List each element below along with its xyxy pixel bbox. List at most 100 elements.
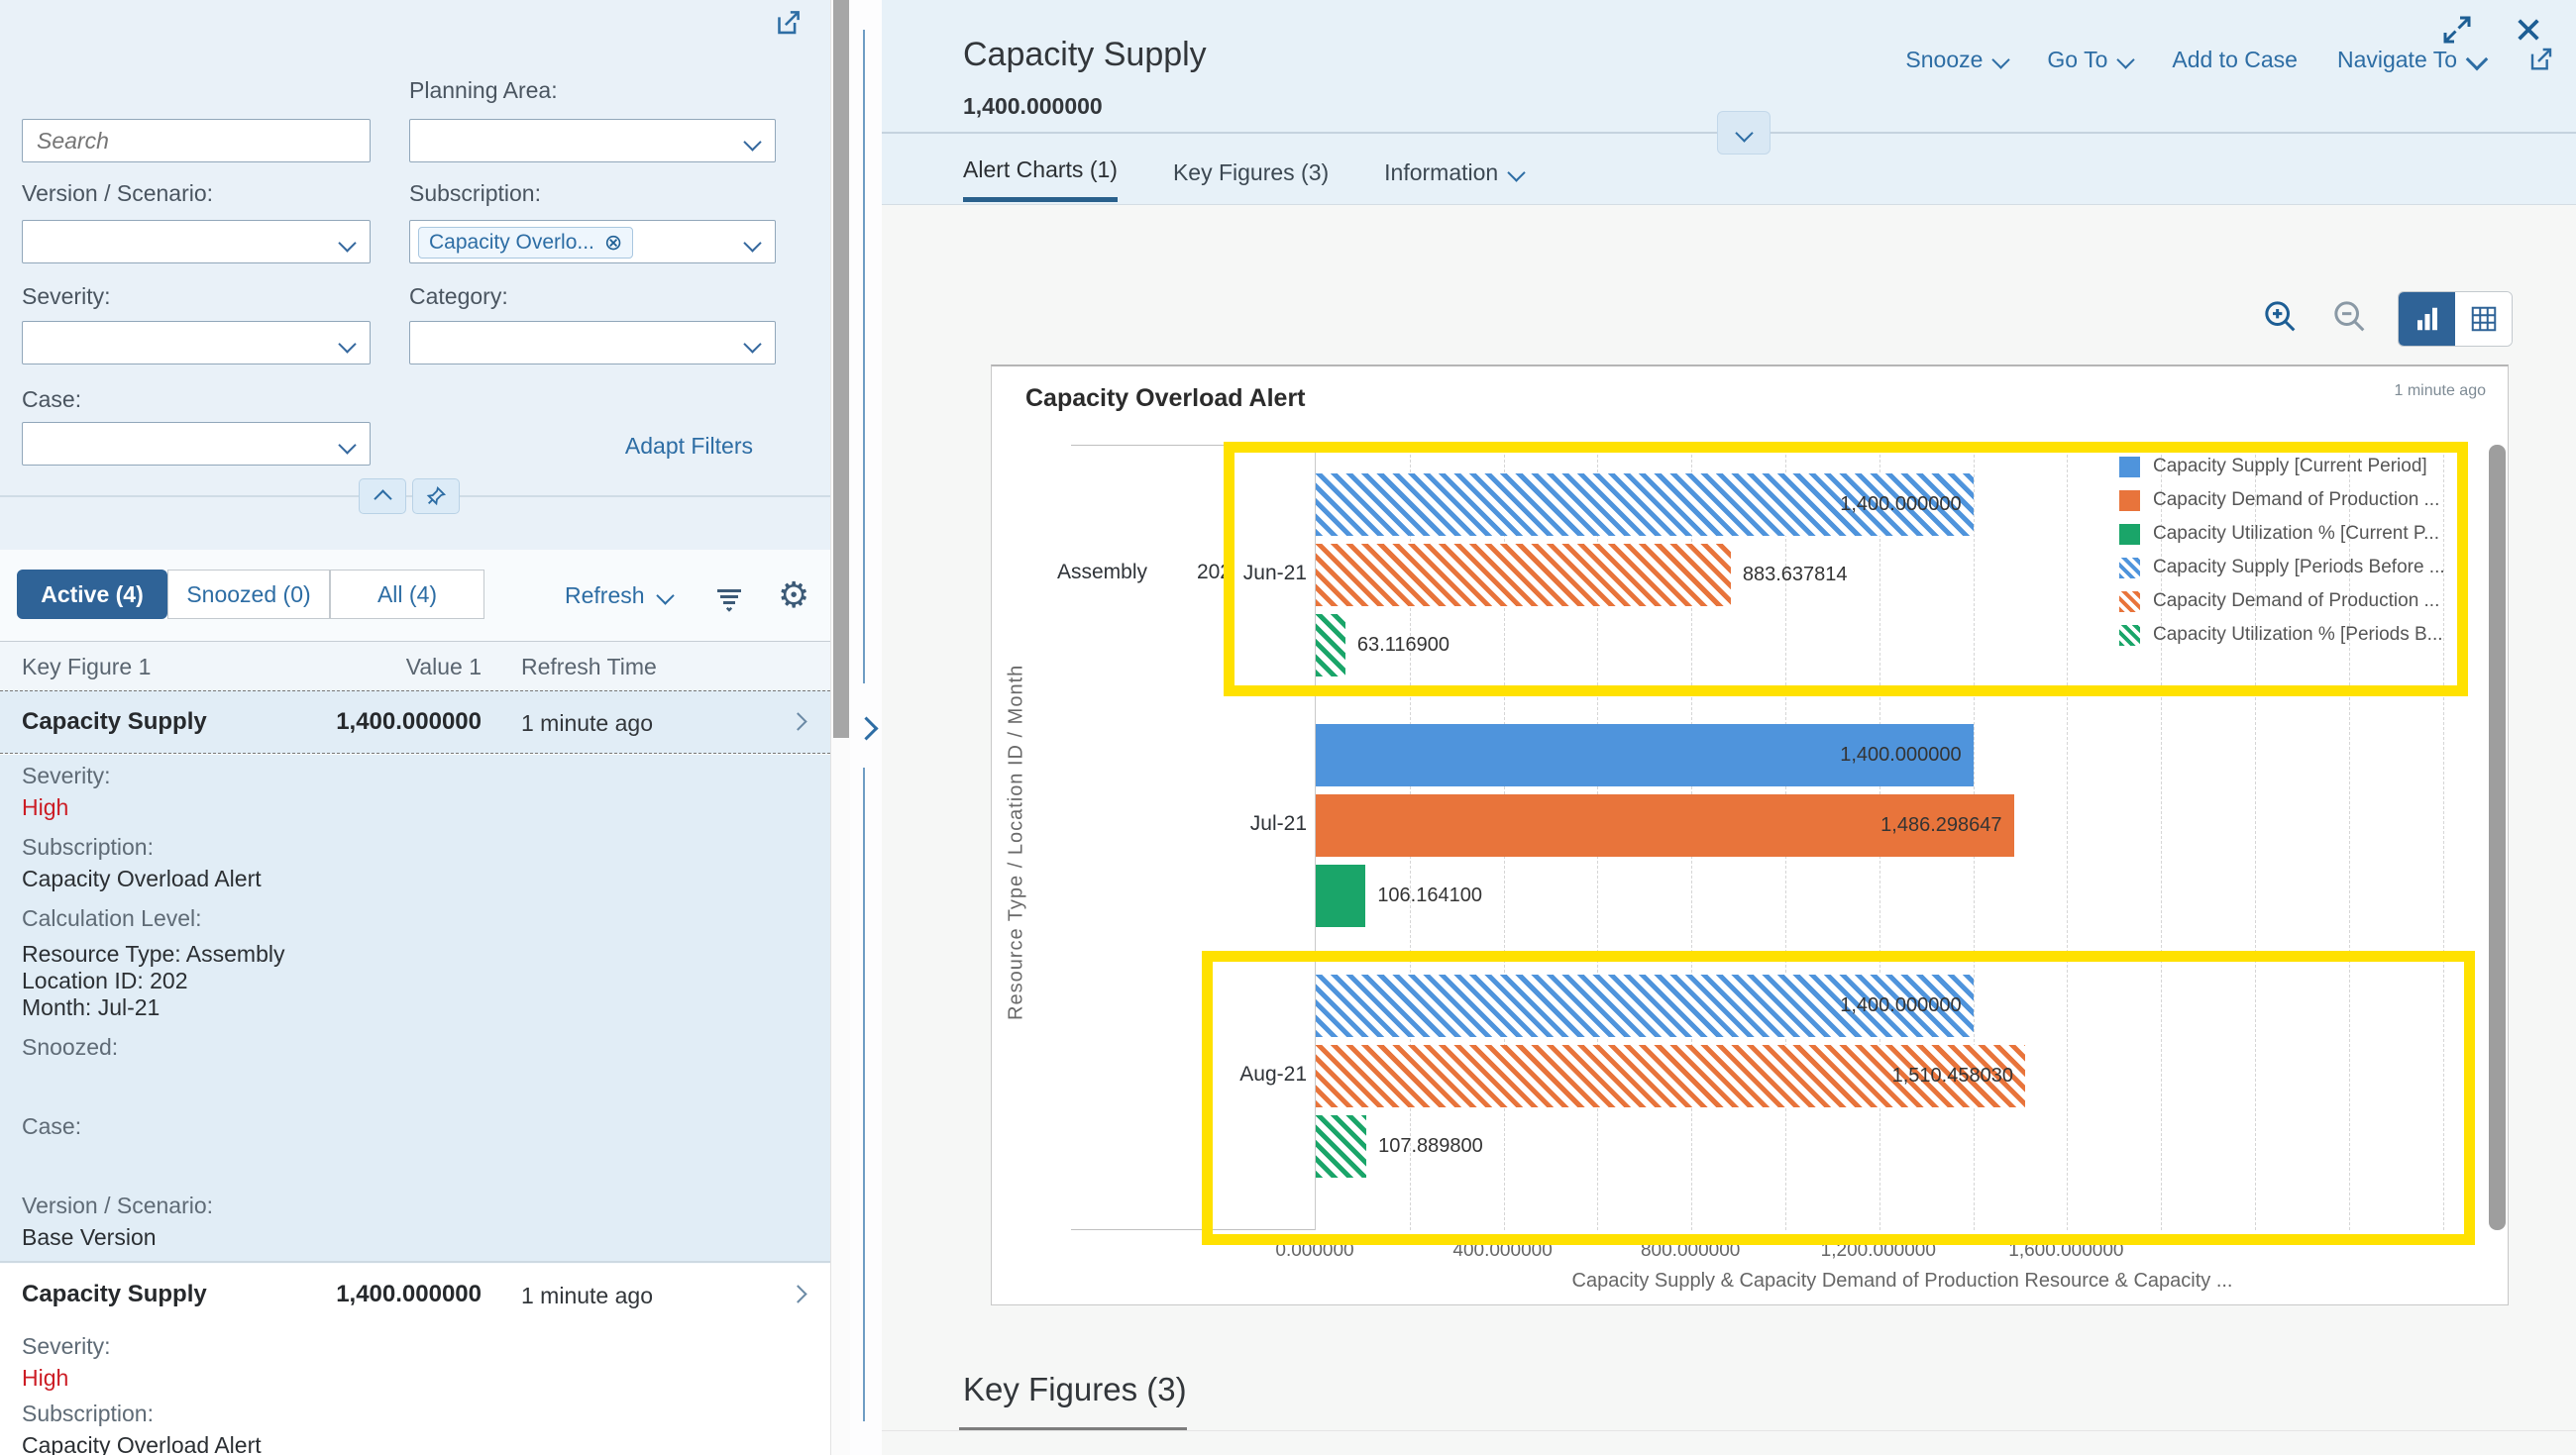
alert-list-panel: Planning Area: Version / Scenario: Subsc… xyxy=(0,0,830,1455)
refresh-button[interactable]: Refresh xyxy=(565,582,672,609)
calculation-level-label: Calculation Level: xyxy=(22,905,202,932)
severity-select[interactable] xyxy=(22,321,371,364)
pin-icon xyxy=(425,485,447,507)
chevron-down-icon xyxy=(743,335,761,353)
tab-snoozed-alerts[interactable]: Snoozed (0) xyxy=(167,570,330,619)
chevron-up-icon xyxy=(374,489,391,507)
snooze-button[interactable]: Snooze xyxy=(1905,47,2007,73)
add-to-case-button[interactable]: Add to Case xyxy=(2172,47,2298,73)
tab-label: Information xyxy=(1384,159,1498,186)
collapse-filter-bar-button[interactable] xyxy=(359,478,406,514)
y-axis-title: Resource Type / Location ID / Month xyxy=(1002,515,1031,1169)
category-group-label: Assembly 202 xyxy=(1057,561,1232,584)
detail-title: Capacity Supply xyxy=(963,36,1207,74)
chevron-down-icon xyxy=(1992,51,2010,68)
alert-list-scrollbar[interactable] xyxy=(830,0,851,1455)
chart-title: Capacity Overload Alert xyxy=(1025,384,1306,413)
go-to-button[interactable]: Go To xyxy=(2047,47,2132,73)
alert-row-2[interactable]: Capacity Supply 1,400.000000 1 minute ag… xyxy=(0,1264,830,1327)
tab-all-alerts[interactable]: All (4) xyxy=(330,570,484,619)
alert-1-details: Severity: High Subscription: Capacity Ov… xyxy=(0,755,830,1261)
case-field-label: Case: xyxy=(22,1113,81,1140)
chevron-down-icon xyxy=(338,234,356,252)
chevron-down-icon xyxy=(656,586,674,604)
chevron-down-icon xyxy=(338,335,356,353)
row-divider xyxy=(0,1261,830,1263)
version-scenario-label: Version / Scenario: xyxy=(22,180,213,207)
detail-actions: Snooze Go To Add to Case Navigate To xyxy=(1684,44,2556,75)
chevron-down-icon xyxy=(1735,124,1753,142)
bar-value-label: 1,486.298647 xyxy=(1880,814,2001,837)
bar-capacity-utilization--jul-21[interactable] xyxy=(1316,865,1365,927)
chevron-down-icon xyxy=(743,133,761,151)
resource-type-value: Resource Type: Assembly xyxy=(22,941,284,968)
snooze-label: Snooze xyxy=(1905,47,1983,73)
tab-information[interactable]: Information xyxy=(1384,156,1523,202)
planning-area-label: Planning Area: xyxy=(409,77,558,104)
share-icon[interactable] xyxy=(771,6,805,40)
add-to-case-label: Add to Case xyxy=(2172,47,2298,73)
alert-refresh-time: 1 minute ago xyxy=(521,710,653,737)
navigate-to-button[interactable]: Navigate To xyxy=(2337,47,2485,73)
column-value: Value 1 xyxy=(283,654,482,680)
case-select[interactable] xyxy=(22,422,371,466)
refresh-label: Refresh xyxy=(565,582,645,609)
alert-key-figure: Capacity Supply xyxy=(22,708,207,736)
alert-value: 1,400.000000 xyxy=(283,708,482,736)
navigate-to-label: Navigate To xyxy=(2337,47,2457,73)
highlight-box-aug-21 xyxy=(1202,951,2475,1245)
settings-gear-icon[interactable]: ⚙ xyxy=(778,574,809,616)
scrollbar-thumb[interactable] xyxy=(833,0,849,738)
snoozed-field-label: Snoozed: xyxy=(22,1034,118,1061)
pin-filter-bar-button[interactable] xyxy=(412,478,460,514)
tab-active-alerts[interactable]: Active (4) xyxy=(17,570,167,619)
tab-alert-charts[interactable]: Alert Charts (1) xyxy=(963,156,1118,202)
severity-label: Severity: xyxy=(22,283,110,310)
zoom-in-icon[interactable] xyxy=(2261,297,2301,337)
chart-timestamp: 1 minute ago xyxy=(2394,382,2486,400)
panel-splitter[interactable] xyxy=(850,0,882,1455)
chevron-down-icon xyxy=(2466,49,2489,71)
subscription-field-label: Subscription: xyxy=(22,834,154,861)
table-view-button[interactable] xyxy=(2455,292,2512,346)
chart-view-button[interactable] xyxy=(2399,292,2455,346)
search-input[interactable] xyxy=(23,120,370,161)
chart-scrollbar[interactable] xyxy=(2489,445,2506,1230)
version-scenario-field-label: Version / Scenario: xyxy=(22,1193,213,1219)
severity-value: High xyxy=(22,794,68,821)
chevron-down-icon xyxy=(338,436,356,454)
column-refresh-time: Refresh Time xyxy=(521,654,657,680)
category-select[interactable] xyxy=(409,321,776,364)
subscription-token[interactable]: Capacity Overlo... ⊗ xyxy=(418,227,633,259)
token-remove-icon[interactable]: ⊗ xyxy=(604,230,622,256)
zoom-out-icon[interactable] xyxy=(2330,297,2370,337)
alert-table-header: Key Figure 1 Value 1 Refresh Time xyxy=(0,641,830,690)
splitter-line xyxy=(863,768,865,1421)
planning-area-select[interactable] xyxy=(409,119,776,162)
chevron-right-icon xyxy=(789,712,806,730)
chevron-right-icon xyxy=(854,716,878,740)
tab-key-figures[interactable]: Key Figures (3) xyxy=(1173,156,1329,202)
version-scenario-select[interactable] xyxy=(22,220,371,263)
alert-value: 1,400.000000 xyxy=(283,1281,482,1308)
adapt-filters-link[interactable]: Adapt Filters xyxy=(594,433,753,460)
subscription-value: Capacity Overload Alert xyxy=(22,866,262,892)
collapse-header-button[interactable] xyxy=(1717,111,1771,155)
search-input-wrap xyxy=(22,119,371,162)
tab-label: Key Figures (3) xyxy=(1173,159,1329,186)
bar-value-label: 1,400.000000 xyxy=(1840,744,1961,767)
bar-chart-icon xyxy=(2413,304,2442,334)
resource-type-label: Assembly xyxy=(1057,561,1147,584)
share-icon[interactable] xyxy=(2524,44,2556,75)
subscription-select[interactable]: Capacity Overlo... ⊗ xyxy=(409,220,776,263)
x-axis-title: Capacity Supply & Capacity Demand of Pro… xyxy=(1315,1270,2490,1293)
category-label: Category: xyxy=(409,283,508,310)
close-icon[interactable] xyxy=(2513,14,2544,46)
month-value: Month: Jul-21 xyxy=(22,994,160,1021)
bar-value-label: 106.164100 xyxy=(1377,884,1482,907)
alert-row-1[interactable]: Capacity Supply 1,400.000000 1 minute ag… xyxy=(0,690,830,754)
expand-panel-handle[interactable] xyxy=(852,705,880,751)
table-grid-icon xyxy=(2469,304,2499,334)
filter-list-icon[interactable] xyxy=(711,580,747,616)
expand-fullscreen-icon[interactable] xyxy=(2439,12,2475,48)
